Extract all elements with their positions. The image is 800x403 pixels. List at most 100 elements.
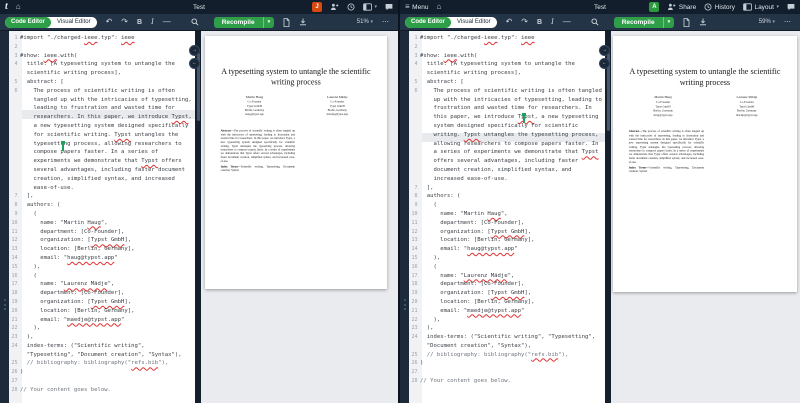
code-line[interactable]: 26) <box>9 368 195 377</box>
recompile-button[interactable]: Recompile ▾ <box>614 17 674 28</box>
recompile-dropdown[interactable]: ▾ <box>663 17 675 28</box>
export-file-button[interactable] <box>283 18 290 27</box>
layout-button[interactable]: Layout ▾ <box>743 3 779 11</box>
code-line[interactable]: 6The process of scientific writing is of… <box>9 87 195 193</box>
collapsed-sidebar[interactable] <box>0 31 9 403</box>
history-button[interactable]: History <box>704 3 735 11</box>
code-line[interactable]: 16( <box>9 272 195 281</box>
code-line[interactable]: 13location: [Berlin, Germany], <box>9 245 195 254</box>
code-line[interactable]: 21email: "maedje@typst.app" <box>9 316 195 325</box>
code-line[interactable]: 12organization: [Typst GmbH], <box>9 236 195 245</box>
export-file-button[interactable] <box>683 18 690 27</box>
code-line[interactable]: 14email: "haug@typst.app" <box>409 245 605 254</box>
undo-icon[interactable]: ↶ <box>106 18 113 26</box>
zoom-level[interactable]: 51% ▾ <box>357 19 373 25</box>
collapsed-sidebar[interactable] <box>400 31 409 403</box>
tab-visual-editor[interactable]: Visual Editor <box>51 19 97 25</box>
undo-icon[interactable]: ↶ <box>506 18 513 26</box>
italic-button[interactable]: I <box>551 18 554 26</box>
collapse-right-button[interactable]: → <box>599 45 610 56</box>
code-line[interactable]: 26) <box>409 359 605 368</box>
code-line[interactable]: 7], <box>409 184 605 193</box>
menu-button[interactable]: ≡ Menu <box>405 3 428 11</box>
download-button[interactable] <box>699 18 707 26</box>
code-line[interactable]: 21email: "maedje@typst.app" <box>409 307 605 316</box>
code-line[interactable]: 28// Your content goes below. <box>409 377 605 386</box>
code-line[interactable]: 2 <box>409 43 605 52</box>
code-line[interactable]: 4title: [A typesetting system to untangl… <box>409 60 605 78</box>
code-line[interactable]: 18department: [Co-Founder], <box>409 280 605 289</box>
collapse-left-button[interactable]: ← <box>189 58 200 69</box>
code-line[interactable]: 16( <box>409 263 605 272</box>
avatar[interactable]: J <box>312 2 322 12</box>
code-line[interactable]: 9( <box>9 210 195 219</box>
avatar[interactable]: A <box>649 2 659 12</box>
code-line[interactable]: 19organization: [Typst GmbH], <box>409 289 605 298</box>
share-button[interactable]: Share <box>667 3 696 11</box>
search-button[interactable] <box>191 18 199 26</box>
code-line[interactable]: 12organization: [Typst GmbH], <box>409 228 605 237</box>
horizontal-rule-button[interactable]: — <box>163 18 171 26</box>
code-line[interactable]: 17name: "Laurenz Mädje", <box>9 280 195 289</box>
code-editor[interactable]: 1#import "./charged-ieee.typ": ieee2 3#s… <box>409 31 605 403</box>
redo-icon[interactable]: ↷ <box>521 18 528 26</box>
code-line[interactable]: 8authors: ( <box>409 192 605 201</box>
more-menu-button[interactable]: ⋯ <box>784 18 791 26</box>
code-line[interactable]: 3#show: ieee.with( <box>409 52 605 61</box>
code-line[interactable]: 27 <box>409 368 605 377</box>
code-line[interactable]: 24index-terms: ("Scientific writing", "T… <box>409 333 605 351</box>
code-line[interactable]: 1#import "./charged-ieee.typ": ieee <box>9 34 195 43</box>
code-line[interactable]: 11department: [Co-Founder], <box>9 228 195 237</box>
italic-button[interactable]: I <box>151 18 154 26</box>
code-line[interactable]: 25// bibliography: bibliography("refs.bi… <box>409 351 605 360</box>
code-line[interactable]: 9( <box>409 201 605 210</box>
code-line[interactable]: 27 <box>9 377 195 386</box>
horizontal-rule-button[interactable]: — <box>563 18 571 26</box>
code-line[interactable]: 11department: [Co-Founder], <box>409 219 605 228</box>
tab-code-editor[interactable]: Code Editor <box>405 17 451 28</box>
history-button[interactable] <box>347 3 355 11</box>
code-line[interactable]: 14email: "haug@typst.app" <box>9 254 195 263</box>
code-line[interactable]: 22), <box>409 316 605 325</box>
code-line[interactable]: 18department: [Co-Founder], <box>9 289 195 298</box>
code-line[interactable]: 25// bibliography: bibliography("refs.bi… <box>9 359 195 368</box>
code-line[interactable]: 4title: [A typesetting system to untangl… <box>9 60 195 78</box>
code-line[interactable]: 19organization: [Typst GmbH], <box>9 298 195 307</box>
redo-icon[interactable]: ↷ <box>121 18 128 26</box>
code-line[interactable]: 24index-terms: ("Scientific writing", "T… <box>9 342 195 360</box>
code-line[interactable]: 15), <box>409 254 605 263</box>
share-button[interactable] <box>330 3 339 11</box>
comments-button[interactable] <box>385 3 393 11</box>
code-line[interactable]: 2 <box>9 43 195 52</box>
comments-button[interactable] <box>787 3 795 11</box>
bold-button[interactable]: B <box>137 19 142 26</box>
bold-button[interactable]: B <box>537 19 542 26</box>
recompile-dropdown[interactable]: ▾ <box>263 17 275 28</box>
code-line[interactable]: 23), <box>9 333 195 342</box>
code-line[interactable]: 3#show: ieee.with( <box>9 52 195 61</box>
code-line[interactable]: 28// Your content goes below. <box>9 386 195 395</box>
code-line[interactable]: 20location: [Berlin, Germany], <box>409 298 605 307</box>
download-button[interactable] <box>299 18 307 26</box>
tab-code-editor[interactable]: Code Editor <box>5 17 51 28</box>
code-line[interactable]: 20location: [Berlin, Germany], <box>9 307 195 316</box>
sidebar-grip-handle[interactable] <box>4 299 6 310</box>
code-line[interactable]: 15), <box>9 263 195 272</box>
code-line[interactable]: 23), <box>409 324 605 333</box>
collapse-left-button[interactable]: ← <box>599 58 610 69</box>
home-icon[interactable]: ⌂ <box>436 3 441 11</box>
code-line[interactable]: 17name: "Laurenz Mädje", <box>409 272 605 281</box>
code-line[interactable]: 5abstract: [ <box>409 78 605 87</box>
sidebar-grip-handle[interactable] <box>404 299 406 310</box>
code-line[interactable]: 1#import "./charged-ieee.typ": ieee <box>409 34 605 43</box>
code-line[interactable]: 6The process of scientific writing is of… <box>409 87 605 184</box>
code-line[interactable]: 5abstract: [ <box>9 78 195 87</box>
code-line[interactable]: 22), <box>9 324 195 333</box>
layout-button[interactable]: ▾ <box>363 3 377 11</box>
tab-visual-editor[interactable]: Visual Editor <box>451 19 497 25</box>
code-line[interactable]: 10name: "Martin Haug", <box>409 210 605 219</box>
zoom-level[interactable]: 59% ▾ <box>759 19 775 25</box>
recompile-button[interactable]: Recompile ▾ <box>214 17 274 28</box>
code-line[interactable]: 13location: [Berlin, Germany], <box>409 236 605 245</box>
home-icon[interactable]: ⌂ <box>16 3 21 11</box>
